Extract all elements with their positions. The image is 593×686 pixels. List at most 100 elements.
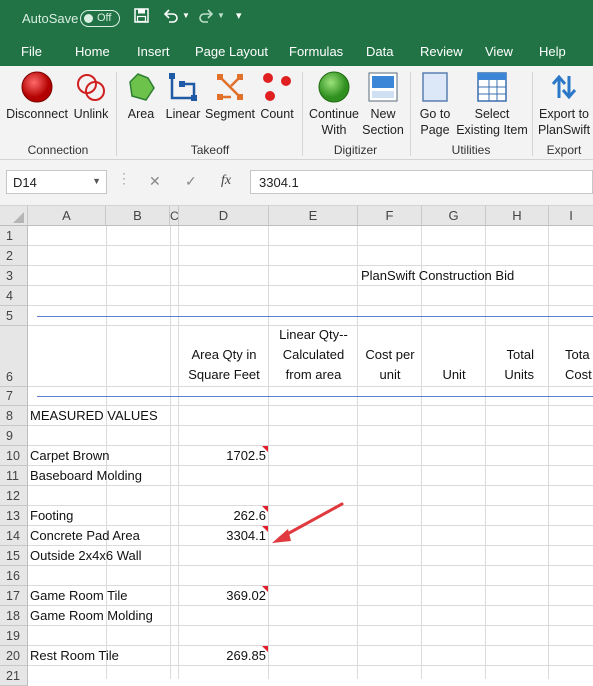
row-header-9[interactable]: 9 — [0, 426, 28, 446]
tab-view[interactable]: View — [485, 44, 513, 59]
row-header-21[interactable]: 21 — [0, 666, 28, 686]
gridline — [28, 245, 593, 246]
unlink-button[interactable]: Unlink — [70, 70, 112, 122]
column-header-h[interactable]: H — [486, 206, 549, 226]
tab-formulas[interactable]: Formulas — [289, 44, 343, 59]
header-area-qty-line1: Area Qty in — [191, 347, 257, 362]
linear-button[interactable]: Linear — [164, 70, 202, 122]
tab-home[interactable]: Home — [75, 44, 110, 59]
export-to-planswift-button[interactable]: Export to PlanSwift — [535, 70, 593, 138]
count-button[interactable]: Count — [258, 70, 296, 122]
group-export-label: Export — [546, 143, 582, 157]
row-header-10[interactable]: 10 — [0, 446, 28, 466]
item-name[interactable]: Game Room Molding — [30, 608, 153, 623]
item-qty[interactable]: 269.85 — [179, 648, 266, 663]
row-header-4[interactable]: 4 — [0, 286, 28, 306]
tab-review[interactable]: Review — [420, 44, 463, 59]
section-label[interactable]: MEASURED VALUES — [30, 408, 158, 423]
undo-icon[interactable] — [163, 8, 179, 27]
name-box[interactable]: D14 ▼ — [6, 170, 107, 194]
gridline — [421, 226, 422, 679]
item-qty[interactable]: 262.6 — [179, 508, 266, 523]
row-header-11[interactable]: 11 — [0, 466, 28, 486]
cancel-icon[interactable]: ✕ — [149, 173, 161, 190]
row-header-1[interactable]: 1 — [0, 226, 28, 246]
row-header-3[interactable]: 3 — [0, 266, 28, 286]
column-header-d[interactable]: D — [179, 206, 269, 226]
column-header-i[interactable]: I — [549, 206, 593, 226]
header-total-cost-line2: Cost — [565, 367, 592, 382]
header-area-qty[interactable]: Area Qty in Square Feet — [179, 345, 269, 385]
disconnect-button[interactable]: Disconnect — [4, 70, 70, 122]
item-name[interactable]: Baseboard Molding — [30, 468, 142, 483]
row-header-12[interactable]: 12 — [0, 486, 28, 506]
redo-icon[interactable] — [198, 8, 214, 27]
header-linear-qty[interactable]: Linear Qty-- Calculated from area — [269, 325, 358, 385]
item-qty[interactable]: 1702.5 — [179, 448, 266, 463]
header-total-units[interactable]: Total Units — [486, 345, 534, 385]
column-header-b[interactable]: B — [106, 206, 170, 226]
item-name[interactable]: Footing — [30, 508, 73, 523]
column-header-g[interactable]: G — [422, 206, 486, 226]
comment-indicator[interactable] — [262, 446, 268, 452]
formula-input[interactable]: 3304.1 — [250, 170, 593, 194]
export-label-1: Export to — [538, 107, 590, 121]
insert-function-icon[interactable]: fx — [221, 173, 231, 189]
area-button[interactable]: Area — [122, 70, 160, 122]
column-header-a[interactable]: A — [28, 206, 106, 226]
item-name[interactable]: Rest Room Tile — [30, 648, 119, 663]
column-header-c[interactable]: C — [170, 206, 179, 226]
row-header-6[interactable]: 6 — [0, 326, 28, 387]
comment-indicator[interactable] — [262, 586, 268, 592]
tab-file[interactable]: File — [21, 44, 42, 59]
enter-icon[interactable]: ✓ — [185, 173, 197, 190]
go-to-page-icon — [422, 72, 448, 102]
save-icon[interactable] — [134, 8, 149, 27]
row-header-2[interactable]: 2 — [0, 246, 28, 266]
tab-help[interactable]: Help — [539, 44, 566, 59]
item-name[interactable]: Outside 2x4x6 Wall — [30, 548, 142, 563]
autosave-toggle[interactable]: Off — [80, 10, 120, 27]
row-header-15[interactable]: 15 — [0, 546, 28, 566]
item-name[interactable]: Carpet Brown — [30, 448, 109, 463]
header-total-cost[interactable]: Tota Cost — [549, 345, 593, 385]
row-header-16[interactable]: 16 — [0, 566, 28, 586]
column-header-f[interactable]: F — [358, 206, 422, 226]
go-to-page-button[interactable]: Go to Page — [414, 70, 456, 138]
comment-indicator[interactable] — [262, 646, 268, 652]
undo-dropdown-icon[interactable]: ▼ — [182, 11, 190, 20]
tab-insert[interactable]: Insert — [137, 44, 170, 59]
continue-with-button[interactable]: Continue With — [305, 70, 363, 138]
customize-toolbar-icon[interactable]: ▾ — [236, 9, 242, 22]
item-qty-selected[interactable]: 3304.1 — [179, 528, 266, 543]
item-name[interactable]: Concrete Pad Area — [30, 528, 140, 543]
redo-dropdown-icon[interactable]: ▼ — [217, 11, 225, 20]
new-section-button[interactable]: New Section — [360, 70, 406, 138]
header-unit[interactable]: Unit — [422, 365, 486, 385]
tab-page-layout[interactable]: Page Layout — [195, 44, 268, 59]
select-existing-item-button[interactable]: Select Existing Item — [456, 70, 528, 138]
select-all-corner[interactable] — [0, 206, 28, 226]
row-header-19[interactable]: 19 — [0, 626, 28, 646]
segment-button[interactable]: Segment — [204, 70, 256, 122]
area-icon — [129, 73, 155, 101]
sheet-title[interactable]: PlanSwift Construction Bid — [361, 268, 514, 283]
header-cost-per-unit[interactable]: Cost per unit — [358, 345, 422, 385]
row-header-7[interactable]: 7 — [0, 387, 28, 406]
row-header-14[interactable]: 14 — [0, 526, 28, 546]
row-header-13[interactable]: 13 — [0, 506, 28, 526]
item-name[interactable]: Game Room Tile — [30, 588, 128, 603]
row-header-18[interactable]: 18 — [0, 606, 28, 626]
row-7-divider — [37, 396, 593, 397]
chevron-down-icon[interactable]: ▼ — [92, 176, 101, 186]
gridline — [357, 226, 358, 679]
tab-data[interactable]: Data — [366, 44, 393, 59]
worksheet-grid[interactable]: A B C D E F G H I 1 2 3 4 5 6 7 8 9 10 1… — [0, 206, 593, 686]
row-header-5[interactable]: 5 — [0, 306, 28, 326]
row-header-17[interactable]: 17 — [0, 586, 28, 606]
row-header-8[interactable]: 8 — [0, 406, 28, 426]
column-header-e[interactable]: E — [269, 206, 358, 226]
row-header-20[interactable]: 20 — [0, 646, 28, 666]
formula-bar: D14 ▼ ⋮ ✕ ✓ fx 3304.1 — [0, 160, 593, 206]
item-qty[interactable]: 369.02 — [179, 588, 266, 603]
